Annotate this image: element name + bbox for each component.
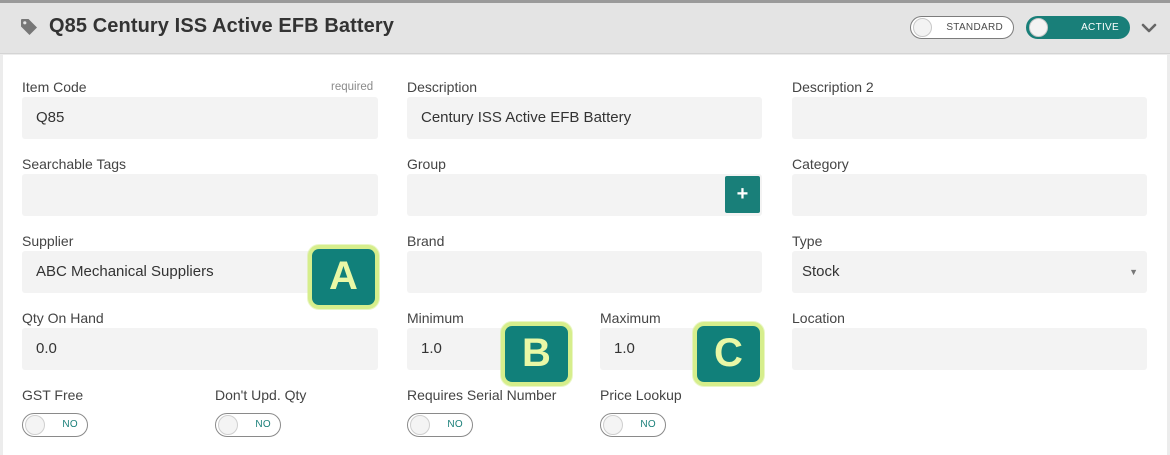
dont-upd-qty-label: Don't Upd. Qty [215,387,307,403]
item-code-input[interactable]: Q85 [22,97,378,139]
gst-free-label: GST Free [22,387,84,403]
searchable-tags-input[interactable] [22,174,378,216]
qty-on-hand-input[interactable]: 0.0 [22,328,378,370]
active-toggle-label: ACTIVE [1081,22,1119,33]
gst-free-toggle-label: NO [62,419,78,430]
category-label: Category [792,156,849,172]
required-hint: required [331,81,374,93]
requires-serial-toggle[interactable]: NO [407,413,473,437]
toggle-knob [218,415,238,435]
item-code-label: Item Code [22,79,87,95]
type-select-value: Stock [802,263,840,280]
toggle-knob [410,415,430,435]
item-form: Item Code required Q85 Description Centu… [3,55,1167,455]
group-input[interactable] [407,174,762,216]
category-input[interactable] [792,174,1147,216]
standard-toggle-label: STANDARD [946,22,1003,33]
toggle-knob [25,415,45,435]
price-lookup-toggle[interactable]: NO [600,413,666,437]
price-lookup-label: Price Lookup [600,387,682,403]
location-label: Location [792,310,845,326]
toggle-knob [1029,18,1048,37]
type-label: Type [792,233,823,249]
description-input[interactable]: Century ISS Active EFB Battery [407,97,762,139]
group-label: Group [407,156,446,172]
brand-label: Brand [407,233,445,249]
add-group-button[interactable]: + [725,176,760,213]
qty-on-hand-label: Qty On Hand [22,310,104,326]
caret-down-icon: ▼ [1129,267,1138,277]
item-header: Q85 Century ISS Active EFB Battery STAND… [0,3,1170,54]
dont-upd-qty-toggle-label: NO [255,419,271,430]
description-label: Description [407,79,478,95]
description2-input[interactable] [792,97,1147,139]
price-lookup-toggle-label: NO [640,419,656,430]
dont-upd-qty-toggle[interactable]: NO [215,413,281,437]
type-select[interactable]: Stock ▼ [792,251,1147,293]
requires-serial-label: Requires Serial Number [407,387,557,403]
chevron-down-icon[interactable] [1141,22,1157,34]
annotation-badge-c: C [693,322,764,386]
toggle-knob [913,18,932,37]
maximum-label: Maximum [600,310,661,326]
gst-free-toggle[interactable]: NO [22,413,88,437]
requires-serial-toggle-label: NO [447,419,463,430]
description2-label: Description 2 [792,79,874,95]
active-toggle[interactable]: ACTIVE [1026,16,1130,39]
supplier-label: Supplier [22,233,74,249]
annotation-badge-a: A [308,245,379,309]
brand-input[interactable] [407,251,762,293]
standard-toggle[interactable]: STANDARD [910,16,1014,39]
page-title: Q85 Century ISS Active EFB Battery [49,15,394,37]
tag-icon [21,19,37,35]
location-input[interactable] [792,328,1147,370]
minimum-label: Minimum [407,310,464,326]
annotation-badge-b: B [501,322,572,386]
searchable-tags-label: Searchable Tags [22,156,127,172]
toggle-knob [603,415,623,435]
